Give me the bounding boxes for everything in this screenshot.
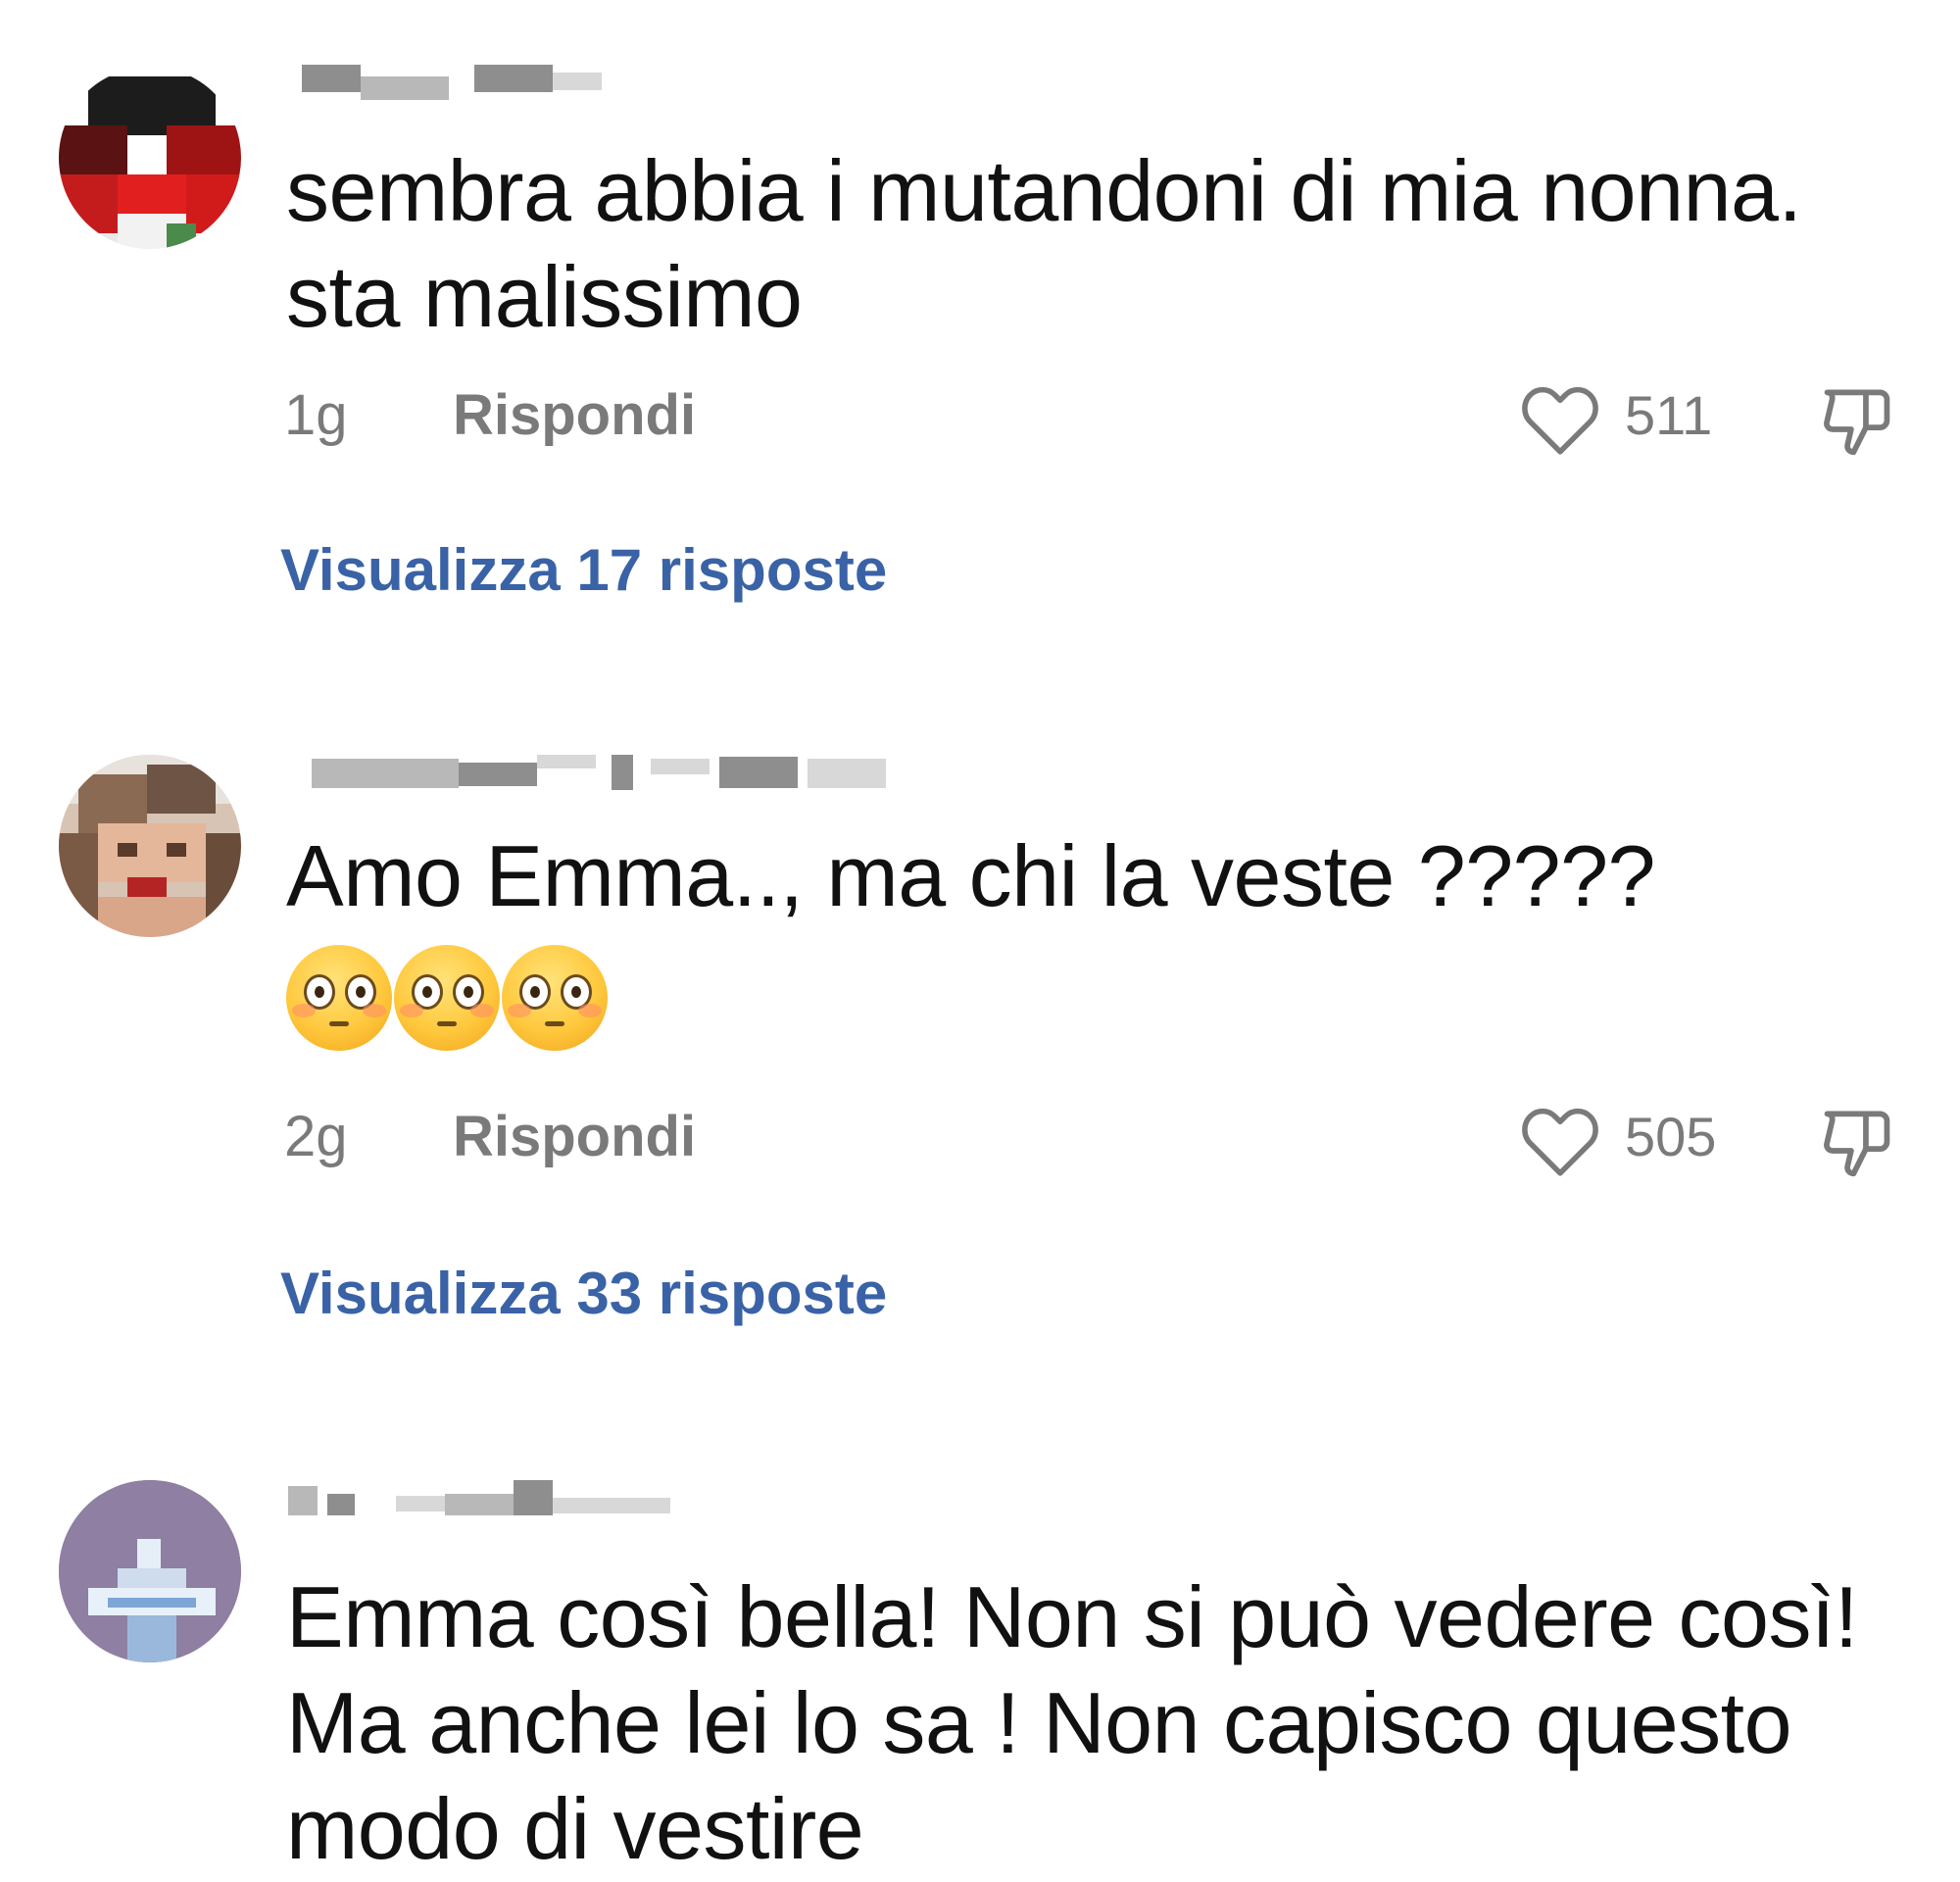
username-1[interactable] [288, 65, 602, 104]
flushed-face-icon [502, 945, 608, 1051]
heart-icon[interactable] [1519, 382, 1601, 457]
thumbs-down-icon[interactable] [1815, 1100, 1899, 1184]
emoji-row-2 [286, 945, 619, 1053]
username-3[interactable] [288, 1480, 700, 1519]
view-replies-link-1[interactable]: Visualizza 17 risposte [280, 531, 887, 610]
like-count-1: 511 [1625, 384, 1713, 446]
comment-2: Amo Emma.., ma chi la veste ????? 2g Ris… [0, 725, 1960, 1392]
flushed-face-icon [394, 945, 500, 1051]
reply-button-1[interactable]: Rispondi [453, 376, 696, 455]
comment-text-3: Emma così bella! Non si può vedere così!… [286, 1568, 1858, 1877]
view-replies-link-2[interactable]: Visualizza 33 risposte [280, 1255, 887, 1333]
reply-button-2[interactable]: Rispondi [453, 1098, 696, 1176]
like-count-2: 505 [1625, 1106, 1717, 1167]
flushed-face-icon [286, 945, 392, 1051]
avatar-2[interactable] [59, 755, 241, 937]
comment-text-1: sembra abbia i mutandoni di mia nonna. s… [286, 142, 1802, 345]
comment-1: sembra abbia i mutandoni di mia nonna. s… [0, 0, 1960, 686]
thumbs-down-icon[interactable] [1815, 378, 1899, 463]
comment-3: Emma così bella! Non si può vedere così!… [0, 1461, 1960, 1877]
heart-icon[interactable] [1519, 1104, 1601, 1178]
comment-time-2: 2g [284, 1105, 348, 1168]
avatar-1[interactable] [59, 67, 241, 249]
comment-actions-2: 2g Rispondi 505 [284, 1098, 1931, 1178]
comment-text-2: Amo Emma.., ma chi la veste ????? [286, 827, 1656, 924]
comment-actions-1: 1g Rispondi 511 [284, 376, 1931, 457]
username-2[interactable] [288, 749, 896, 790]
comment-time-1: 1g [284, 383, 348, 447]
avatar-3[interactable] [59, 1480, 241, 1662]
